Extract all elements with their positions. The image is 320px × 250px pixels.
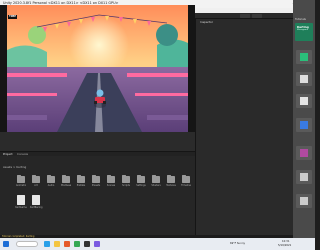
tab-console[interactable]: Console xyxy=(17,152,28,156)
folder-item[interactable]: Art xyxy=(31,174,41,187)
tab-inspector[interactable]: Inspector xyxy=(200,20,213,24)
folder-label: Prefabs xyxy=(76,184,86,187)
folder-item[interactable]: Scripts xyxy=(121,174,131,187)
chrome-icon[interactable] xyxy=(74,241,80,247)
folder-icon xyxy=(107,174,115,183)
folder-label: Textures xyxy=(166,184,176,187)
document-icon xyxy=(32,195,40,205)
folder-label: Presets xyxy=(91,184,101,187)
document-icon xyxy=(17,195,25,205)
karting-tutorial-card[interactable]: Karting Microgame xyxy=(295,23,313,41)
folder-icon xyxy=(152,174,160,183)
file-label: KartGame xyxy=(15,206,27,209)
folder-label: Art xyxy=(34,184,38,187)
folder-label: Scripts xyxy=(122,184,130,187)
folder-label: Timeline xyxy=(181,184,191,187)
tab-project[interactable]: Project xyxy=(3,152,13,156)
project-panel: Project Console Assets > Karting Animati… xyxy=(0,151,195,235)
karting-scene-image xyxy=(7,5,188,132)
folder-icon xyxy=(167,174,175,183)
tutorial-card[interactable] xyxy=(296,170,312,184)
weather-widget[interactable]: 69°F Sunny xyxy=(230,242,245,245)
file-explorer-icon[interactable] xyxy=(54,241,60,247)
os-taskbar: 69°F Sunny 10:31 5/19/2021 xyxy=(0,238,315,250)
folder-item[interactable]: Prefabs xyxy=(76,174,86,187)
letterbox-right xyxy=(188,5,195,132)
project-panel-tabs: Project Console xyxy=(0,152,195,156)
clock-time[interactable]: 10:31 xyxy=(282,240,289,243)
folder-item[interactable]: Timeline xyxy=(181,174,191,187)
layers-dropdown[interactable] xyxy=(240,14,250,18)
folder-item[interactable]: Presets xyxy=(91,174,101,187)
edge-icon[interactable] xyxy=(44,241,50,247)
folder-icon xyxy=(62,174,70,183)
card-subtitle: Microgame xyxy=(297,29,309,31)
folder-icon xyxy=(122,174,130,183)
tutorial-card[interactable] xyxy=(296,72,312,86)
breadcrumb[interactable]: Assets > Karting xyxy=(3,165,26,169)
folder-icon xyxy=(17,174,25,183)
folder-icon xyxy=(182,174,190,183)
tutorial-card[interactable] xyxy=(296,118,312,132)
folder-item[interactable]: ModAssets xyxy=(61,174,71,187)
folder-icon xyxy=(77,174,85,183)
file-label: KartRacing xyxy=(30,206,43,209)
tutorial-thumb-icon xyxy=(300,75,308,83)
folder-item[interactable]: Scenes xyxy=(106,174,116,187)
teams-icon[interactable] xyxy=(94,241,100,247)
tutorial-thumb-icon xyxy=(300,97,308,105)
file-item[interactable]: KartGame xyxy=(15,195,27,209)
folder-icon xyxy=(92,174,100,183)
folder-label: Animations xyxy=(16,184,26,187)
tutorial-card[interactable] xyxy=(296,194,312,208)
tutorial-thumb-icon xyxy=(300,197,308,205)
folder-item[interactable]: Textures xyxy=(166,174,176,187)
folder-icon xyxy=(137,174,145,183)
file-item[interactable]: KartRacing xyxy=(30,195,43,209)
folder-item[interactable]: Shaders xyxy=(151,174,161,187)
tutorial-card[interactable] xyxy=(296,146,312,160)
tutorials-label: Tutorials xyxy=(295,18,306,21)
folder-label: Scenes xyxy=(106,184,116,187)
folder-icon xyxy=(47,174,55,183)
game-viewport[interactable]: TIME xyxy=(7,5,188,132)
folder-label: Settings xyxy=(136,184,146,187)
hud-time-badge: TIME xyxy=(8,15,17,19)
folder-item[interactable]: Animations xyxy=(16,174,26,187)
folder-label: Audio xyxy=(47,184,55,187)
tutorial-card[interactable] xyxy=(296,50,312,64)
taskbar-search[interactable] xyxy=(16,241,38,247)
folder-label: Shaders xyxy=(151,184,161,187)
letterbox-left xyxy=(0,5,7,132)
clock-date[interactable]: 5/19/2021 xyxy=(278,244,291,247)
tutorial-thumb-icon xyxy=(300,149,308,157)
inspector-panel: Inspector xyxy=(195,19,293,235)
folder-item[interactable]: Settings xyxy=(136,174,146,187)
tutorial-thumb-icon xyxy=(300,53,308,61)
unity-icon[interactable] xyxy=(84,241,90,247)
folder-item[interactable]: Audio xyxy=(46,174,56,187)
tutorial-card[interactable] xyxy=(296,94,312,108)
windows-start-icon[interactable] xyxy=(3,241,9,247)
external-link-icon xyxy=(300,173,308,181)
folder-label: ModAssets xyxy=(61,184,71,187)
folder-icon xyxy=(32,174,40,183)
tutorials-overlay: Tutorials Karting Microgame xyxy=(293,0,315,238)
layout-dropdown[interactable] xyxy=(252,14,262,18)
office-icon[interactable] xyxy=(64,241,70,247)
tutorial-thumb-icon xyxy=(300,121,308,129)
